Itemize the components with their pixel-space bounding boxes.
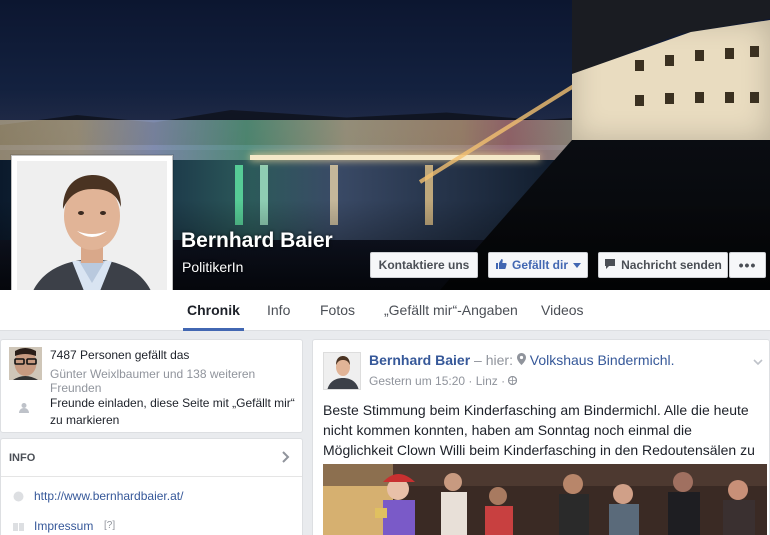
location-pin-icon [516, 352, 526, 368]
invite-icon [18, 402, 30, 417]
post-options-chevron-icon[interactable] [753, 355, 763, 369]
castle-window [750, 46, 759, 57]
thumbs-up-icon [495, 258, 507, 273]
page-category[interactable]: PolitikerIn [182, 259, 243, 275]
imprint-link[interactable]: Impressum [34, 519, 93, 533]
like-button-label: Gefällt dir [511, 258, 568, 272]
contact-button[interactable]: Kontaktiere uns [370, 252, 478, 278]
post-timestamp[interactable]: Gestern um 15:20 [369, 374, 465, 388]
castle-window [665, 93, 674, 104]
post-author-link[interactable]: Bernhard Baier [369, 352, 470, 368]
contact-button-label: Kontaktiere uns [378, 258, 470, 272]
castle-window [635, 95, 644, 106]
friend-avatar-illustration [9, 347, 42, 380]
post-photo[interactable] [323, 464, 767, 535]
likes-card: 7487 Personen gefällt das Günter Weixlba… [0, 339, 303, 433]
info-card: INFO http://www.bernhardbaier.at/ Impres… [0, 438, 303, 535]
page-tabs: Chronik Info Fotos „Gefällt mir“-Angaben… [0, 290, 770, 331]
tab-videos[interactable]: Videos [541, 290, 584, 331]
message-icon [604, 258, 616, 273]
post-location-prefix: – hier: [474, 352, 513, 368]
send-message-label: Nachricht senden [621, 258, 722, 272]
like-button[interactable]: Gefällt dir [488, 252, 588, 278]
castle-window [665, 55, 674, 66]
friends-who-like[interactable]: Günter Weixlbaumer und 138 weiteren Freu… [50, 367, 296, 395]
avatar [17, 161, 167, 311]
post-photo-illustration [323, 464, 767, 535]
castle-window [750, 92, 759, 103]
castle-window [695, 92, 704, 103]
tab-fotos[interactable]: Fotos [320, 290, 355, 331]
caret-down-icon [573, 258, 581, 272]
castle-window [725, 48, 734, 59]
friend-avatar[interactable] [9, 347, 42, 380]
post-avatar-illustration [324, 353, 360, 389]
post-author-avatar[interactable] [323, 352, 361, 390]
more-button[interactable]: ••• [729, 252, 766, 278]
chevron-right-icon[interactable] [282, 451, 290, 466]
globe-icon [13, 491, 24, 505]
send-message-button[interactable]: Nachricht senden [598, 252, 728, 278]
website-link[interactable]: http://www.bernhardbaier.at/ [34, 489, 183, 503]
likes-count[interactable]: 7487 Personen gefällt das [50, 348, 296, 362]
divider [1, 476, 302, 477]
page-title[interactable]: Bernhard Baier [181, 229, 333, 253]
post-meta: Gestern um 15:20 · Linz · [369, 374, 518, 388]
post-header: Bernhard Baier – hier: Volkshaus Binderm… [369, 352, 675, 368]
tab-info[interactable]: Info [267, 290, 290, 331]
public-globe-icon [508, 374, 518, 388]
more-icon: ••• [738, 257, 757, 273]
cover-bridge [250, 155, 540, 160]
profile-photo-illustration [17, 161, 167, 311]
castle-window [725, 92, 734, 103]
post-card: Bernhard Baier – hier: Volkshaus Binderm… [312, 339, 770, 535]
castle-window [695, 50, 704, 61]
castle-window [635, 60, 644, 71]
imprint-help[interactable]: [?] [104, 520, 115, 531]
book-icon [12, 521, 25, 535]
tab-chronik[interactable]: Chronik [183, 290, 244, 331]
tab-likes[interactable]: „Gefällt mir“-Angaben [384, 290, 518, 331]
invite-friends-link[interactable]: Freunde einladen, diese Seite mit „Gefäl… [50, 395, 300, 429]
post-place[interactable]: Linz [476, 374, 498, 388]
info-heading[interactable]: INFO [9, 452, 35, 464]
post-location-link[interactable]: Volkshaus Bindermichl. [530, 352, 675, 368]
